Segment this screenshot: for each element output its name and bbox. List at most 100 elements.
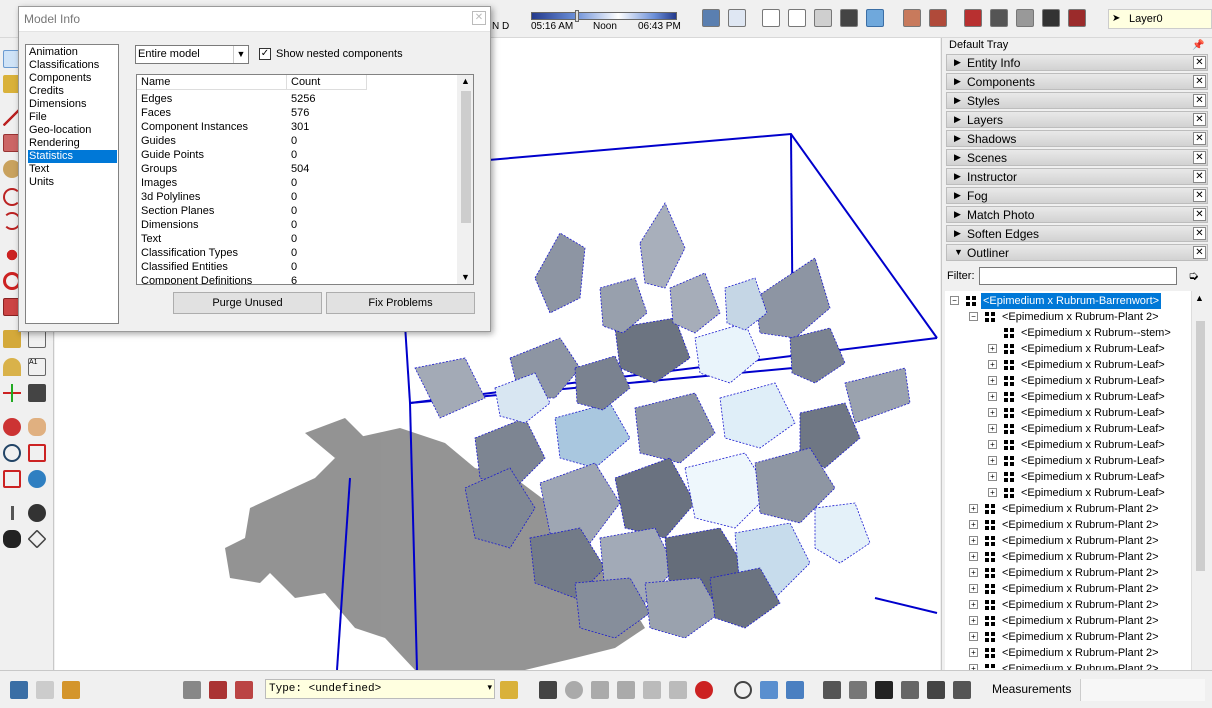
house-left-icon[interactable] (875, 681, 893, 699)
measurements-input[interactable] (1080, 679, 1205, 701)
expand-node-icon[interactable]: + (969, 504, 978, 513)
panel-close-icon[interactable]: ✕ (1193, 170, 1206, 183)
walk-tool-icon[interactable] (3, 530, 21, 548)
category-item[interactable]: Text (28, 163, 117, 176)
sandbox-from-scratch-icon[interactable] (209, 681, 227, 699)
panel-soften-edges[interactable]: ▶ Soften Edges ✕ (946, 225, 1208, 242)
wireframe-style-icon[interactable] (788, 9, 806, 27)
expand-node-icon[interactable]: + (969, 600, 978, 609)
outliner-item[interactable]: <Epimedium x Rubrum-Leaf> (1019, 341, 1167, 357)
category-item[interactable]: Components (28, 72, 117, 85)
panel-close-icon[interactable]: ✕ (1193, 189, 1206, 202)
expand-node-icon[interactable]: + (988, 408, 997, 417)
dropdown-arrow-icon[interactable]: ▾ (487, 682, 492, 693)
outliner-details-icon[interactable]: ➭ (1188, 268, 1199, 284)
scroll-thumb[interactable] (1196, 321, 1205, 571)
purge-unused-button[interactable]: Purge Unused (173, 292, 322, 314)
3d-text-icon[interactable] (28, 384, 46, 402)
expand-node-icon[interactable]: + (988, 472, 997, 481)
outliner-item[interactable]: <Epimedium x Rubrum-Plant 2> (1000, 309, 1161, 325)
expand-node-icon[interactable]: + (969, 568, 978, 577)
outliner-item[interactable]: <Epimedium x Rubrum-Plant 2> (1000, 597, 1161, 613)
pan-tool-icon[interactable] (28, 418, 46, 436)
top-view-icon[interactable] (728, 9, 746, 27)
expand-node-icon[interactable]: + (988, 488, 997, 497)
category-item[interactable]: Geo-location (28, 124, 117, 137)
outliner-item[interactable]: <Epimedium x Rubrum-Barrenwort> (981, 293, 1162, 309)
house-back-icon[interactable] (849, 681, 867, 699)
outliner-item[interactable]: <Epimedium x Rubrum-Plant 2> (1000, 661, 1161, 670)
scope-select[interactable]: Entire model ▼ (135, 45, 249, 64)
expand-node-icon[interactable]: + (988, 376, 997, 385)
panel-layers[interactable]: ▶ Layers ✕ (946, 111, 1208, 128)
outliner-scrollbar[interactable]: ▲ (1191, 291, 1208, 670)
expand-node-icon[interactable]: + (988, 440, 997, 449)
panel-close-icon[interactable]: ✕ (1193, 94, 1206, 107)
stop-icon[interactable] (695, 681, 713, 699)
film-icon[interactable] (565, 681, 583, 699)
zoom-tool-icon[interactable] (3, 444, 21, 462)
expand-node-icon[interactable]: + (988, 344, 997, 353)
expand-node-icon[interactable]: + (969, 616, 978, 625)
outliner-item[interactable]: <Epimedium x Rubrum-Plant 2> (1000, 533, 1161, 549)
protractor-icon[interactable] (3, 358, 21, 376)
category-item-selected[interactable]: Statistics (28, 150, 117, 163)
expand-node-icon[interactable]: + (969, 632, 978, 641)
category-list[interactable]: Animation Classifications Components Cre… (25, 44, 119, 324)
expand-node-icon[interactable]: + (969, 648, 978, 657)
panel-fog[interactable]: ▶ Fog ✕ (946, 187, 1208, 204)
outliner-item[interactable]: <Epimedium x Rubrum-Leaf> (1019, 469, 1167, 485)
outliner-item[interactable]: <Epimedium x Rubrum-Leaf> (1019, 437, 1167, 453)
camera-icon[interactable] (539, 681, 557, 699)
house-top-icon[interactable] (927, 681, 945, 699)
classifier-icon[interactable] (500, 681, 518, 699)
nested-checkbox[interactable]: ✓ (259, 48, 271, 60)
panel-close-icon[interactable]: ✕ (1193, 208, 1206, 221)
section-plane-icon[interactable] (27, 529, 47, 549)
panel-close-icon[interactable]: ✕ (1193, 246, 1206, 259)
tape-measure-icon[interactable] (3, 330, 21, 348)
panel-styles[interactable]: ▶ Styles ✕ (946, 92, 1208, 109)
panel-shadows[interactable]: ▶ Shadows ✕ (946, 130, 1208, 147)
text-tool-icon[interactable]: A1 (28, 358, 46, 376)
panel-entity-info[interactable]: ▶ Entity Info ✕ (946, 54, 1208, 71)
category-item[interactable]: Animation (28, 46, 117, 59)
outliner-item[interactable]: <Epimedium x Rubrum-Plant 2> (1000, 549, 1161, 565)
house-right-icon[interactable] (901, 681, 919, 699)
share-model-icon[interactable] (990, 9, 1008, 27)
walkthrough-icon[interactable] (617, 681, 635, 699)
panel-close-icon[interactable]: ✕ (1193, 151, 1206, 164)
expand-node-icon[interactable]: + (969, 520, 978, 529)
outliner-item[interactable]: <Epimedium x Rubrum-Plant 2> (1000, 517, 1161, 533)
zoom-extents-icon[interactable] (3, 470, 21, 488)
stats-scrollbar[interactable]: ▲ ▼ (457, 75, 473, 284)
panel-instructor[interactable]: ▶ Instructor ✕ (946, 168, 1208, 185)
credits-icon[interactable] (36, 681, 54, 699)
extension-warehouse-icon[interactable] (1068, 9, 1086, 27)
shaded-textures-style-icon[interactable] (866, 9, 884, 27)
time-slider-thumb[interactable] (575, 10, 579, 22)
look-around-icon[interactable] (28, 504, 46, 522)
outliner-item[interactable]: <Epimedium x Rubrum-Leaf> (1019, 373, 1167, 389)
house-front-icon[interactable] (823, 681, 841, 699)
sandbox-smoove-icon[interactable] (235, 681, 253, 699)
expand-node-icon[interactable]: + (988, 424, 997, 433)
solid-shell-icon[interactable] (760, 681, 778, 699)
category-item[interactable]: Units (28, 176, 117, 189)
collapse-node-icon[interactable]: − (950, 296, 959, 305)
previous-view-icon[interactable] (28, 470, 46, 488)
crosshair-icon[interactable] (734, 681, 752, 699)
header-name[interactable]: Name (137, 75, 287, 90)
dialog-close-icon[interactable]: ✕ (472, 11, 486, 25)
scroll-thumb[interactable] (461, 91, 471, 223)
outliner-item[interactable]: <Epimedium x Rubrum-Plant 2> (1000, 565, 1161, 581)
classification-type-field[interactable]: Type: <undefined> ▾ (265, 679, 495, 699)
outliner-item[interactable]: <Epimedium x Rubrum-Plant 2> (1000, 645, 1161, 661)
dimension-tool-icon[interactable] (28, 330, 46, 348)
map-icon[interactable] (903, 9, 921, 27)
layer-selector[interactable]: ➤ Layer0 (1108, 9, 1212, 29)
sandbox-icon[interactable] (183, 681, 201, 699)
panel-outliner[interactable]: ▼ Outliner ✕ (946, 244, 1208, 261)
panel-close-icon[interactable]: ✕ (1193, 75, 1206, 88)
collapse-node-icon[interactable]: − (969, 312, 978, 321)
